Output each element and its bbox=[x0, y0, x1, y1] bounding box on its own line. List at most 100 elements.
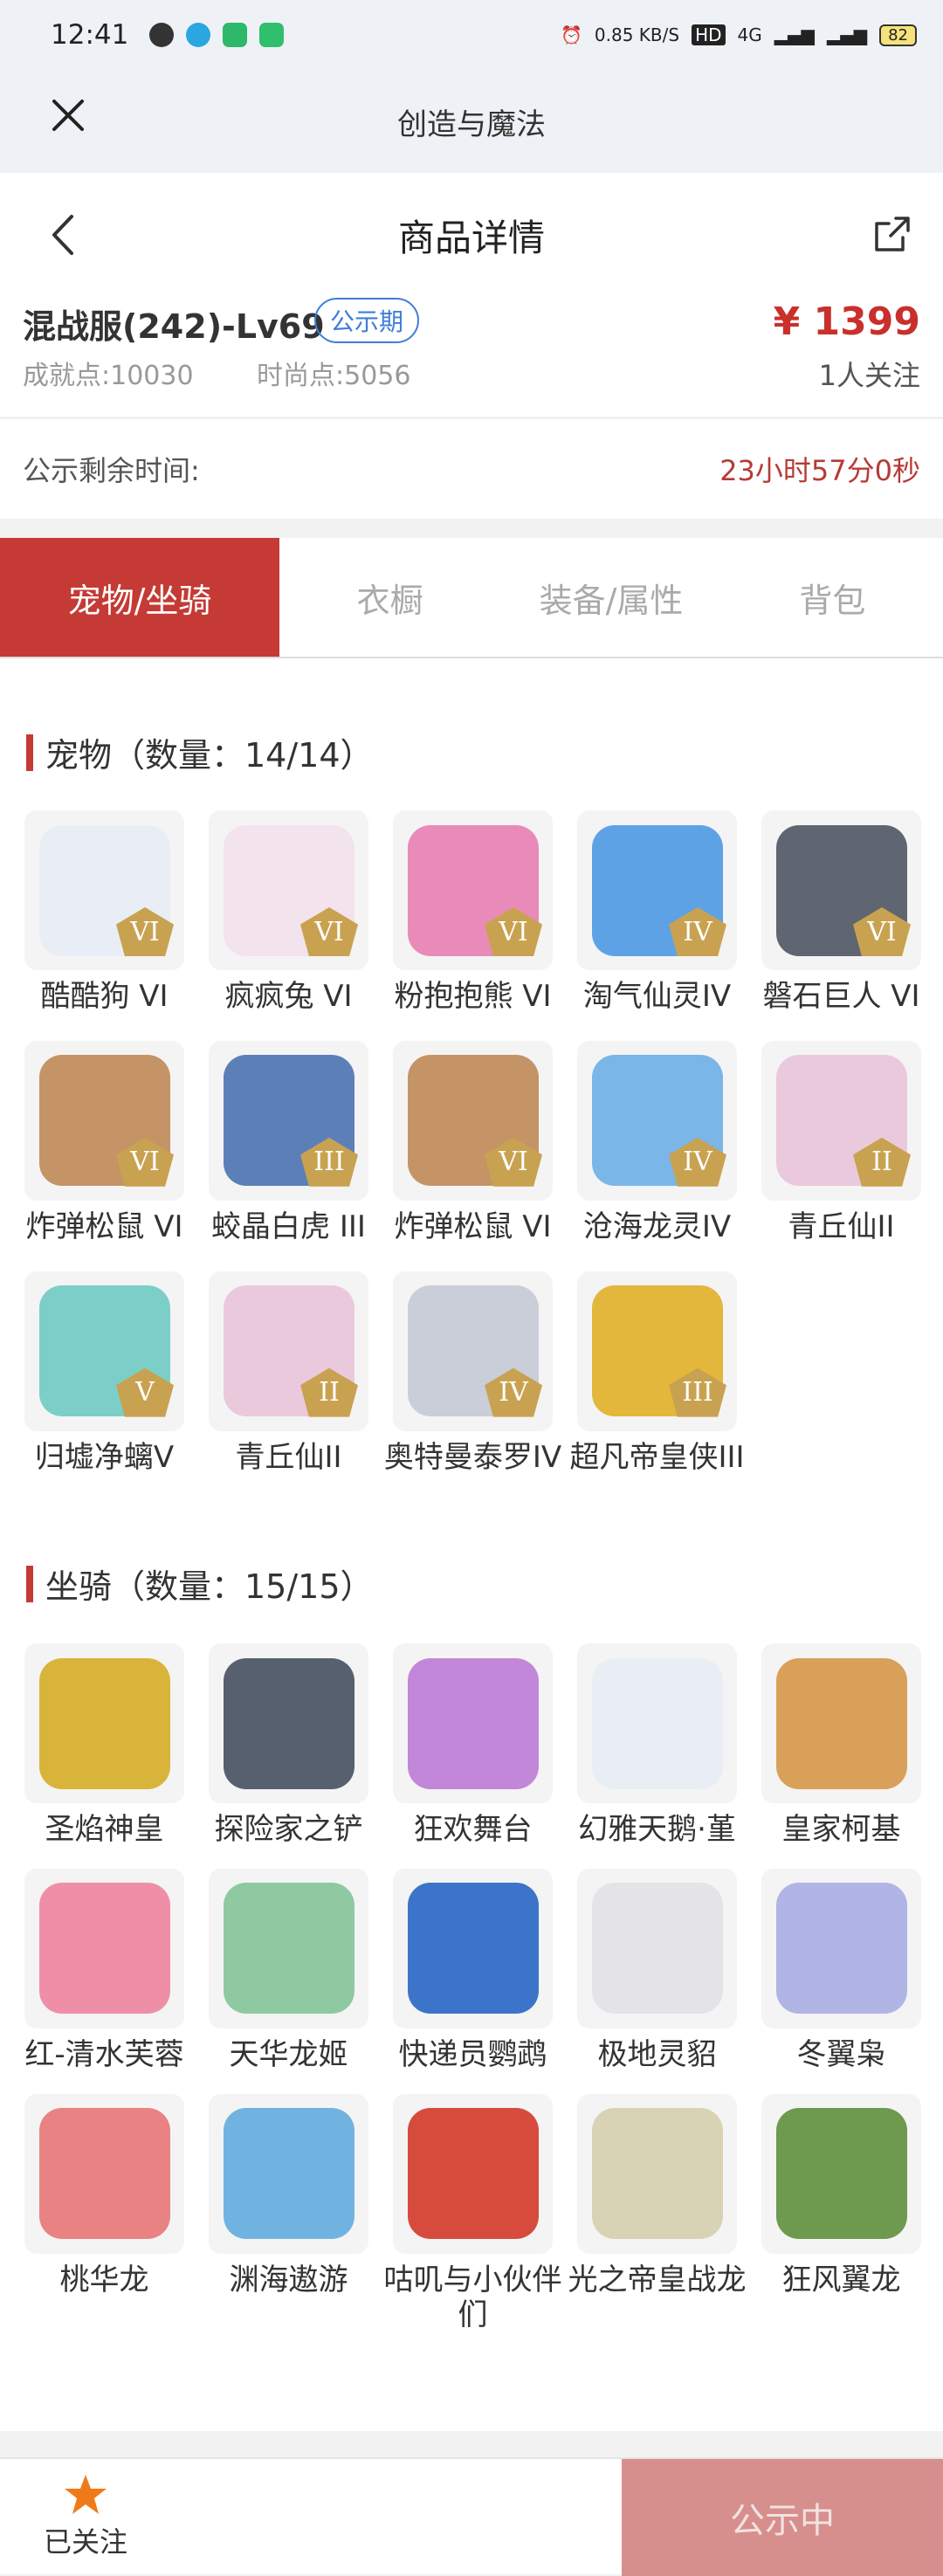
battery-level: 82 bbox=[879, 24, 917, 46]
pet-item[interactable]: II 青丘仙II bbox=[761, 1040, 921, 1245]
message-app-icon bbox=[223, 23, 248, 47]
tab-backpack[interactable]: 背包 bbox=[722, 538, 943, 657]
mount-item-name: 快递员鹦鹉 bbox=[398, 2036, 547, 2072]
pet-item-name: 蛟晶白虎 III bbox=[211, 1209, 366, 1244]
app-title-bar: 创造与魔法 bbox=[0, 70, 943, 173]
mount-item[interactable]: 桃华龙 bbox=[24, 2093, 184, 2334]
tab-equipment[interactable]: 装备/属性 bbox=[500, 538, 721, 657]
bottom-bar: 已关注 公示中 bbox=[0, 2457, 943, 2576]
pet-item[interactable]: VI 粉抱抱熊 VI bbox=[393, 810, 553, 1015]
follow-button[interactable]: 已关注 bbox=[44, 2473, 127, 2560]
pet-item-name: 沧海龙灵IV bbox=[582, 1209, 732, 1244]
mount-item[interactable]: 极地灵貂 bbox=[577, 1868, 737, 2073]
mount-item-thumbnail bbox=[24, 2093, 184, 2254]
pet-item-thumbnail: VI bbox=[393, 1040, 553, 1201]
pets-title-text: 宠物（数量：14/14） bbox=[45, 736, 374, 775]
mount-item[interactable]: 探险家之铲 bbox=[209, 1643, 368, 1848]
pet-item[interactable]: VI 磐石巨人 VI bbox=[761, 810, 921, 1015]
store-app-icon bbox=[259, 23, 285, 47]
notice-label: 公示剩余时间: bbox=[23, 454, 200, 487]
pet-item-thumbnail: V bbox=[24, 1271, 184, 1431]
pet-item[interactable]: IV 淘气仙灵IV bbox=[577, 810, 737, 1015]
mount-item-name: 探险家之铲 bbox=[214, 1812, 363, 1847]
product-name: 混战服(242)-Lv69 bbox=[23, 307, 325, 346]
pet-item-thumbnail: III bbox=[209, 1040, 368, 1201]
mount-item-image bbox=[775, 1657, 907, 1789]
mount-item-thumbnail bbox=[393, 1868, 553, 2028]
mount-item[interactable]: 天华龙姬 bbox=[209, 1868, 368, 2073]
mount-item-name: 天华龙姬 bbox=[229, 2036, 348, 2072]
pet-item-thumbnail: VI bbox=[24, 810, 184, 970]
pet-item-name: 归墟净螭V bbox=[34, 1439, 175, 1475]
mount-item-thumbnail bbox=[393, 1643, 553, 1803]
pet-item[interactable]: III 超凡帝皇侠III bbox=[569, 1271, 745, 1476]
signal-icon-2: ▂▄▆ bbox=[826, 24, 868, 45]
pet-item[interactable]: VI 炸弹松鼠 VI bbox=[24, 1040, 184, 1245]
share-icon[interactable] bbox=[873, 215, 912, 253]
back-icon[interactable] bbox=[45, 213, 80, 257]
app-title: 创造与魔法 bbox=[397, 107, 546, 142]
section-marker bbox=[26, 734, 33, 771]
close-icon[interactable] bbox=[49, 96, 87, 134]
pet-item[interactable]: VI 炸弹松鼠 VI bbox=[393, 1040, 553, 1245]
mount-item[interactable]: 圣焰神皇 bbox=[24, 1643, 184, 1848]
mount-item-thumbnail bbox=[209, 2093, 368, 2254]
mount-item-name: 渊海遨游 bbox=[229, 2262, 348, 2297]
mount-item-name: 光之帝皇战龙 bbox=[568, 2262, 747, 2297]
mount-item-name: 红-清水芙蓉 bbox=[24, 2036, 184, 2072]
pet-item[interactable]: IV 奥特曼泰罗IV bbox=[384, 1271, 561, 1476]
tab-pets-mounts[interactable]: 宠物/坐骑 bbox=[0, 538, 279, 657]
mounts-title-text: 坐骑（数量：15/15） bbox=[45, 1567, 374, 1606]
mount-item[interactable]: 狂风翼龙 bbox=[761, 2093, 921, 2334]
mount-item[interactable]: 快递员鹦鹉 bbox=[393, 1868, 553, 2073]
pet-item[interactable]: V 归墟净螭V bbox=[24, 1271, 184, 1476]
mount-item[interactable]: 渊海遨游 bbox=[209, 2093, 368, 2334]
pet-item-thumbnail: VI bbox=[209, 810, 368, 970]
status-badge: 公示期 bbox=[314, 298, 420, 343]
mount-item[interactable]: 光之帝皇战龙 bbox=[568, 2093, 747, 2334]
mount-item-image bbox=[223, 2108, 354, 2240]
mount-item-thumbnail bbox=[209, 1643, 368, 1803]
nav-bar: 商品详情 bbox=[0, 173, 943, 297]
mount-item[interactable]: 红-清水芙蓉 bbox=[24, 1868, 184, 2073]
pet-item[interactable]: III 蛟晶白虎 III bbox=[209, 1040, 368, 1245]
pet-item-name: 超凡帝皇侠III bbox=[569, 1439, 745, 1475]
mount-item[interactable]: 冬翼枭 bbox=[761, 1868, 921, 2073]
mount-item[interactable]: 幻雅天鹅·堇 bbox=[577, 1643, 737, 1848]
status-time: 12:41 bbox=[51, 19, 129, 51]
mount-item-name: 狂欢舞台 bbox=[413, 1812, 533, 1847]
pet-item-thumbnail: IV bbox=[577, 810, 737, 970]
mount-item-thumbnail bbox=[761, 1643, 921, 1803]
mount-item-image bbox=[38, 1883, 170, 2015]
public-status-button[interactable]: 公示中 bbox=[622, 2459, 943, 2576]
mount-item-image bbox=[223, 1657, 354, 1789]
mount-item-name: 圣焰神皇 bbox=[45, 1812, 164, 1847]
qq-icon bbox=[186, 23, 211, 47]
pet-item[interactable]: VI 疯疯兔 VI bbox=[209, 810, 368, 1015]
pet-item-name: 青丘仙II bbox=[788, 1209, 895, 1244]
mount-item[interactable]: 咕叽与小伙伴们 bbox=[384, 2093, 562, 2334]
pet-grid: VI 酷酷狗 VI VI 疯疯兔 VI VI 粉抱抱熊 VI IV 淘气仙灵IV VI 磐石巨人 … bbox=[24, 810, 924, 1475]
mount-item[interactable]: 狂欢舞台 bbox=[393, 1643, 553, 1848]
pet-item[interactable]: II 青丘仙II bbox=[209, 1271, 368, 1476]
mount-item-name: 狂风翼龙 bbox=[781, 2262, 901, 2297]
follower-count: 1人关注 bbox=[818, 359, 920, 392]
star-icon bbox=[65, 2475, 107, 2514]
pet-item-thumbnail: II bbox=[209, 1271, 368, 1431]
pet-item-name: 奥特曼泰罗IV bbox=[383, 1439, 562, 1475]
wechat-icon bbox=[149, 23, 175, 47]
mount-item[interactable]: 皇家柯基 bbox=[761, 1643, 921, 1848]
pet-item-thumbnail: IV bbox=[577, 1040, 737, 1201]
pet-item[interactable]: IV 沧海龙灵IV bbox=[577, 1040, 737, 1245]
pet-item[interactable]: VI 酷酷狗 VI bbox=[24, 810, 184, 1015]
mount-item-thumbnail bbox=[577, 2093, 737, 2254]
pet-item-name: 磐石巨人 VI bbox=[762, 979, 920, 1014]
mount-item-thumbnail bbox=[577, 1643, 737, 1803]
pet-item-thumbnail: II bbox=[761, 1040, 921, 1201]
pets-section-title: 宠物（数量：14/14） bbox=[26, 728, 374, 776]
notice-timer: 公示剩余时间: 23小时57分0秒 bbox=[0, 417, 943, 519]
mount-grid: 圣焰神皇 探险家之铲 狂欢舞台 幻雅天鹅·堇 皇家柯基红-清水芙蓉 天华龙姬 快递员鹦鹉 极地… bbox=[24, 1643, 924, 2333]
price: ¥ 1399 bbox=[773, 300, 920, 344]
mount-item-image bbox=[407, 1883, 539, 2015]
tab-wardrobe[interactable]: 衣橱 bbox=[279, 538, 500, 657]
